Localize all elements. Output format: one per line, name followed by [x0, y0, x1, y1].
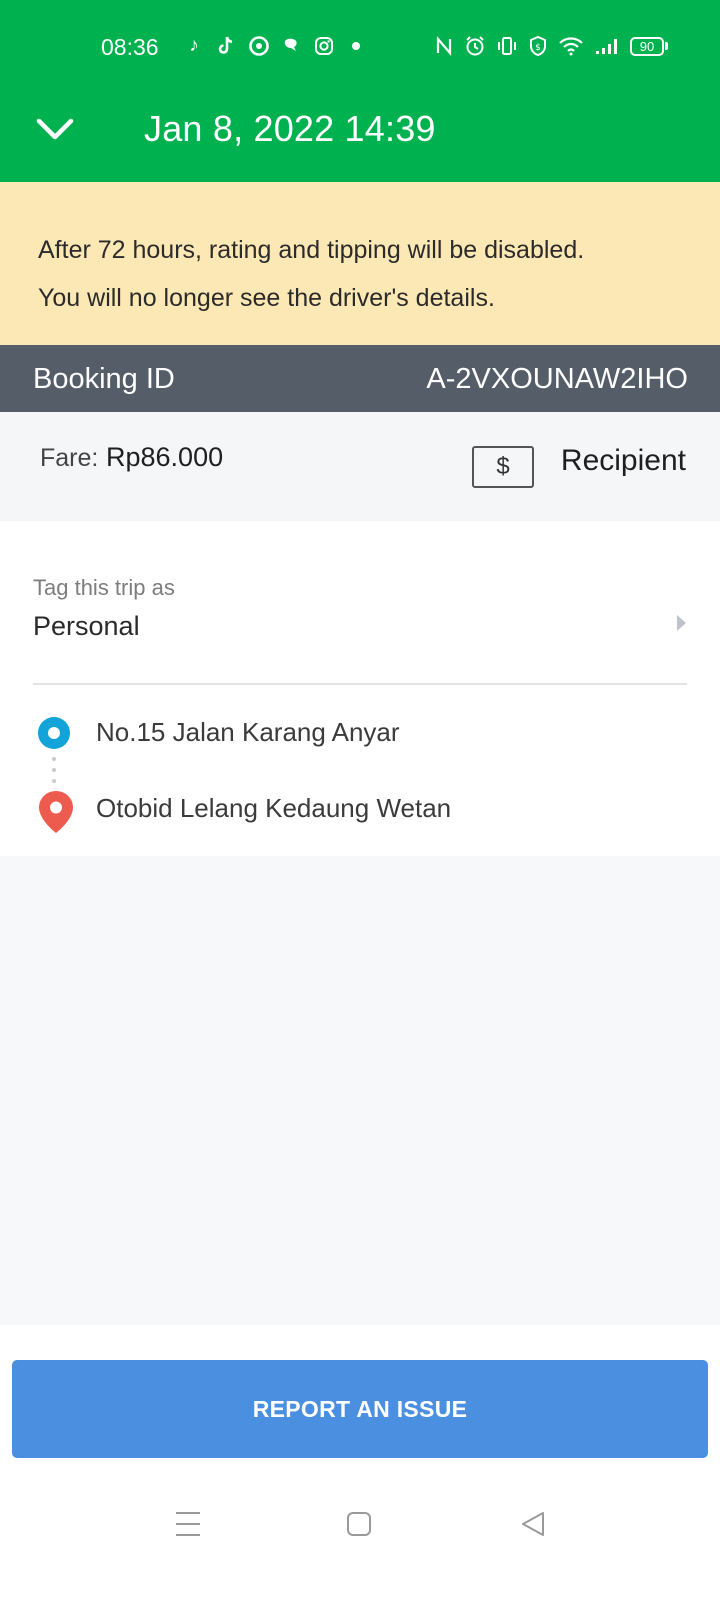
fare-label: Fare:: [40, 444, 99, 472]
trip-detail-screen: 08:36 ♪ $ 90 Jan 8, 2022 14:39 After 72 …: [0, 0, 720, 1600]
chat-app-icon: [282, 34, 302, 58]
alarm-icon: [464, 34, 486, 58]
back-icon[interactable]: [519, 1510, 547, 1538]
wifi-icon: [558, 34, 584, 58]
nfc-icon: [434, 34, 454, 58]
status-bar: 08:36 ♪ $ 90: [0, 0, 720, 96]
vibrate-icon: [496, 34, 518, 58]
report-issue-button[interactable]: REPORT AN ISSUE: [12, 1360, 708, 1458]
pickup-address: No.15 Jalan Karang Anyar: [96, 717, 400, 747]
home-icon[interactable]: [347, 1512, 371, 1536]
status-time: 08:36: [101, 34, 159, 60]
booking-id-bar: Booking ID A-2VXOUNAW2IHO: [0, 345, 720, 412]
destination-pin-icon: [37, 789, 75, 835]
signal-icon: [594, 34, 620, 58]
recent-apps-icon[interactable]: [176, 1512, 200, 1536]
app-header: 08:36 ♪ $ 90 Jan 8, 2022 14:39: [0, 0, 720, 182]
svg-text:$: $: [535, 43, 541, 53]
notice-line-1: After 72 hours, rating and tipping will …: [38, 236, 585, 264]
instagram-icon: [314, 34, 334, 58]
notification-dot-icon: [346, 34, 366, 58]
battery-icon: 90: [630, 36, 668, 56]
tag-trip-label: Tag this trip as: [33, 575, 175, 600]
music-note-icon: ♪: [189, 35, 199, 56]
divider: [33, 683, 687, 685]
rating-expiry-notice: After 72 hours, rating and tipping will …: [0, 182, 720, 345]
status-notification-icons: ♪: [184, 34, 366, 58]
chevron-down-icon[interactable]: [36, 110, 74, 148]
page-title: Jan 8, 2022 14:39: [144, 108, 436, 149]
location-app-icon: [248, 34, 270, 58]
tag-trip-value[interactable]: Personal: [33, 611, 140, 642]
status-system-icons: $ 90: [434, 34, 668, 58]
fare-row: Fare: Rp86.000 $ Recipient: [0, 412, 720, 521]
battery-level: 90: [630, 36, 664, 56]
system-navigation-bar: [0, 1492, 720, 1560]
booking-id-value: A-2VXOUNAW2IHO: [426, 363, 688, 395]
origin-pin-icon: [38, 717, 70, 749]
cash-payment-icon: $: [472, 446, 534, 488]
dropoff-address: Otobid Lelang Kedaung Wetan: [96, 793, 452, 823]
booking-id-label: Booking ID: [33, 363, 175, 395]
notice-line-2: You will no longer see the driver's deta…: [38, 284, 495, 312]
payment-method-label: Recipient: [560, 444, 686, 477]
fare-amount: Rp86.000: [106, 442, 224, 472]
tiktok-icon: [216, 34, 236, 58]
vpn-shield-icon: $: [528, 34, 548, 58]
route-connector: [52, 757, 56, 787]
chevron-right-icon[interactable]: [677, 615, 686, 631]
trip-card: Tag this trip as Personal No.15 Jalan Ka…: [0, 521, 720, 856]
